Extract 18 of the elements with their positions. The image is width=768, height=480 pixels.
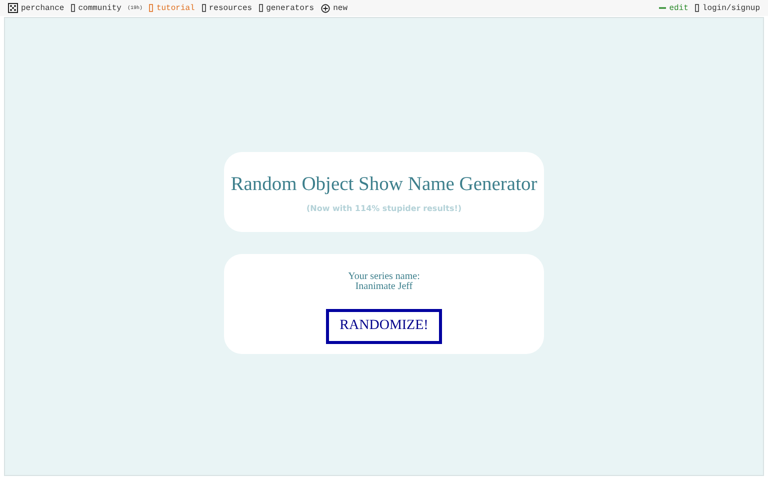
nav-link[interactable]: login/signup bbox=[695, 4, 760, 12]
nav-link[interactable]: perchance bbox=[8, 3, 64, 13]
nav-link[interactable]: generators bbox=[259, 4, 314, 12]
nav-link[interactable]: resources bbox=[202, 4, 252, 12]
nav-link[interactable]: new bbox=[321, 4, 348, 12]
page-title: Random Object Show Name Generator bbox=[230, 174, 538, 196]
dice-icon bbox=[8, 3, 18, 13]
randomize-button[interactable]: RANDOMIZE! bbox=[326, 308, 442, 344]
box-icon bbox=[71, 4, 76, 12]
box-icon bbox=[259, 4, 264, 12]
output-value: Inanimate Jeff bbox=[355, 282, 413, 292]
box-icon bbox=[149, 4, 154, 12]
subtitle: (Now with 114% stupider results!) bbox=[306, 204, 462, 213]
plus-icon bbox=[321, 4, 330, 12]
nav-link[interactable]: edit bbox=[659, 4, 688, 12]
box-icon bbox=[202, 4, 206, 12]
box-icon bbox=[695, 4, 700, 12]
output-label: Your series name: bbox=[348, 272, 420, 282]
